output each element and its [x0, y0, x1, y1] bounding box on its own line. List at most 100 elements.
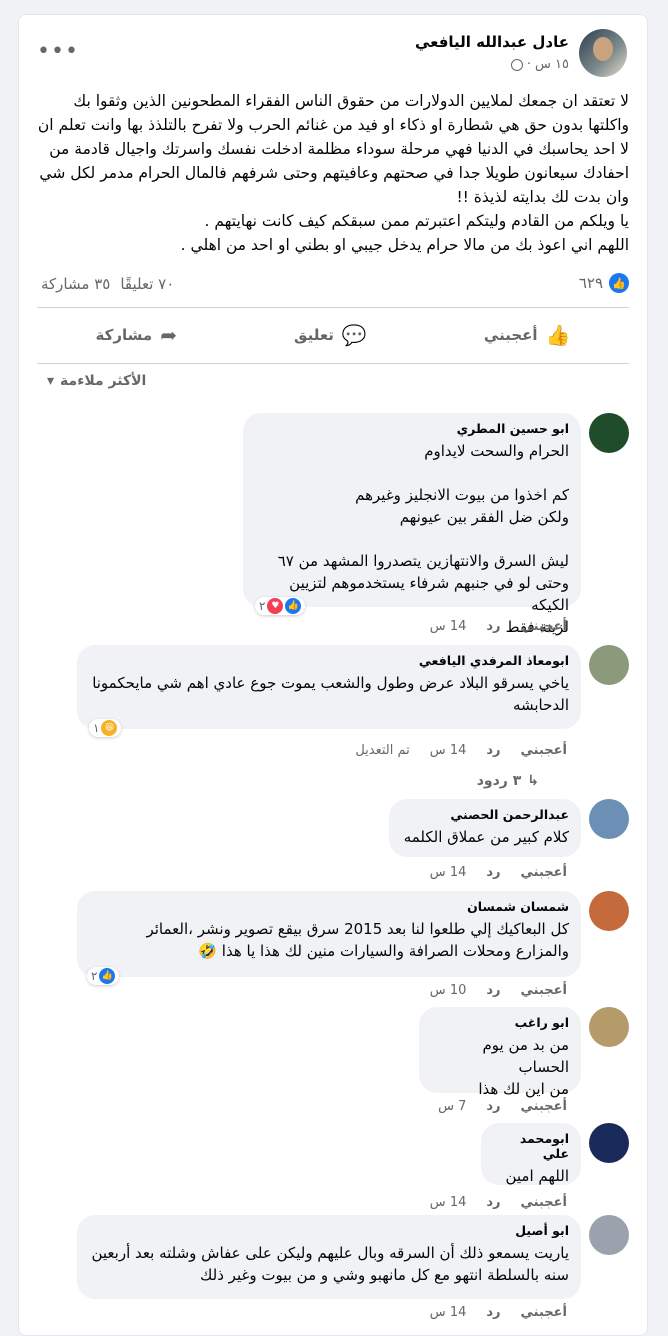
comment: ابو حسين المطري الحرام والسحت لايداوم كم…: [29, 413, 629, 643]
comment-reply-button[interactable]: رد: [486, 983, 500, 998]
comment-icon: 💬: [341, 323, 367, 347]
comment-reply-button[interactable]: رد: [486, 619, 500, 634]
comment-reply-button[interactable]: رد: [486, 865, 500, 880]
commenter-name[interactable]: ابو راغب: [431, 1015, 569, 1030]
comment-text: من بد من يوم الحساب من اين لك هذا: [478, 1036, 569, 1098]
comment-time[interactable]: 14 س: [430, 1305, 467, 1320]
commenter-avatar[interactable]: [589, 413, 629, 453]
view-replies-link[interactable]: ↳ ٣ ردود: [477, 773, 539, 789]
commenter-avatar[interactable]: [589, 799, 629, 839]
share-button[interactable]: ➦ مشاركة: [76, 317, 197, 353]
commenter-name[interactable]: شمسان شمسان: [89, 899, 569, 914]
divider: [37, 363, 629, 364]
comment: ابومعاذ المرفدي اليافعي ياخي يسرقو البلا…: [29, 645, 629, 805]
comment-like-button[interactable]: أعجبني: [521, 619, 567, 634]
commenter-avatar[interactable]: [589, 645, 629, 685]
comment-like-button[interactable]: أعجبني: [521, 1305, 567, 1320]
like-reaction-icon: 👍: [285, 598, 302, 614]
comment-like-button[interactable]: أعجبني: [521, 865, 567, 880]
commenter-avatar[interactable]: [589, 1007, 629, 1047]
comment-reply-button[interactable]: رد: [486, 1305, 500, 1320]
comment-actions: أعجبني رد 14 س: [430, 865, 567, 880]
sort-label: الأكثر ملاءمة: [60, 373, 147, 389]
author-avatar[interactable]: [579, 29, 627, 77]
comment-time[interactable]: 14 س: [430, 619, 467, 634]
globe-icon: [510, 58, 523, 71]
comment-bubble: ابو راغب من بد من يوم الحساب من اين لك ه…: [419, 1007, 581, 1098]
comment-bubble: شمسان شمسان كل البعاكيك إلي طلعوا لنا بع…: [77, 891, 581, 977]
comment-bubble: ابومحمد علي اللهم امين: [481, 1123, 581, 1185]
comment-time[interactable]: 7 س: [438, 1099, 466, 1114]
comment-text: اللهم امين: [505, 1167, 569, 1185]
comment: ابو راغب من بد من يوم الحساب من اين لك ه…: [29, 1007, 629, 1123]
post-card: عادل عبدالله اليافعي ١٥ س · ••• لا تعتقد…: [18, 14, 648, 1336]
comment-bubble: ابو أصيل ياريت يسمعو ذلك أن السرقه وبال …: [77, 1215, 581, 1299]
comment-reply-button[interactable]: رد: [486, 1099, 500, 1114]
comment: عبدالرحمن الحصني كلام كبير من عملاق الكل…: [29, 799, 629, 889]
reply-arrow-icon: ↳: [527, 773, 539, 789]
love-reaction-icon: ♥: [267, 598, 284, 614]
post-text: لا تعتقد ان جمعك لملايين الدولارات من حق…: [37, 92, 629, 254]
comment: شمسان شمسان كل البعاكيك إلي طلعوا لنا بع…: [29, 891, 629, 1007]
comment-time[interactable]: 14 س: [430, 865, 467, 880]
comment-label: تعليق: [294, 326, 334, 344]
comment-time[interactable]: 14 س: [430, 1195, 467, 1210]
commenter-name[interactable]: ابو أصيل: [89, 1223, 569, 1238]
post-actions: 👍 أعجبني 💬 تعليق ➦ مشاركة: [37, 313, 629, 357]
comment-like-button[interactable]: أعجبني: [521, 1195, 567, 1210]
commenter-avatar[interactable]: [589, 1123, 629, 1163]
post-time[interactable]: ١٥ س: [535, 57, 569, 72]
comment-actions: أعجبني رد 7 س: [438, 1099, 567, 1114]
commenter-name[interactable]: ابومحمد علي: [493, 1131, 569, 1161]
comment-text: كل البعاكيك إلي طلعوا لنا بعد 2015 سرق ب…: [146, 920, 569, 960]
commenter-name[interactable]: عبدالرحمن الحصني: [401, 807, 569, 822]
comment-reply-button[interactable]: رد: [486, 743, 500, 758]
comment-text: كلام كبير من عملاق الكلمه: [403, 828, 569, 846]
commenter-name[interactable]: ابو حسين المطري: [255, 421, 569, 436]
reactions-summary[interactable]: ٦٢٩ 👍: [579, 273, 629, 293]
more-options-icon[interactable]: •••: [37, 39, 79, 64]
comment-time[interactable]: 10 س: [430, 983, 467, 998]
commenter-name[interactable]: ابومعاذ المرفدي اليافعي: [89, 653, 569, 668]
comment-button[interactable]: 💬 تعليق: [274, 317, 387, 353]
reactions-count: ٦٢٩: [578, 274, 603, 292]
comment-actions: أعجبني رد 10 س: [430, 983, 567, 998]
divider: [37, 307, 629, 308]
comment-bubble: ابو حسين المطري الحرام والسحت لايداوم كم…: [243, 413, 581, 636]
like-reaction-icon: 👍: [99, 968, 116, 984]
like-reaction-icon: 👍: [609, 273, 629, 293]
meta-dot: ·: [526, 57, 532, 72]
comment: ابو أصيل ياريت يسمعو ذلك أن السرقه وبال …: [29, 1215, 629, 1335]
comment-text: ياريت يسمعو ذلك أن السرقه وبال عليهم ولي…: [91, 1244, 569, 1284]
engagement-counts: ٧٠ تعليقًا ٣٥ مشاركة: [41, 275, 174, 293]
comment-like-button[interactable]: أعجبني: [521, 743, 567, 758]
like-label: أعجبني: [483, 326, 538, 344]
sort-dropdown[interactable]: الأكثر ملاءمة ▾: [47, 373, 146, 389]
comment-reply-button[interactable]: رد: [486, 1195, 500, 1210]
comment: ابومحمد علي اللهم امين أعجبني رد 14 س: [29, 1123, 629, 1213]
like-button[interactable]: 👍 أعجبني: [464, 317, 591, 353]
comment-like-button[interactable]: أعجبني: [521, 983, 567, 998]
comment-reactions[interactable]: ٢ ♥ 👍: [255, 597, 306, 615]
chevron-down-icon: ▾: [47, 373, 55, 389]
comment-actions: أعجبني رد 14 س تم التعديل: [355, 743, 567, 758]
share-label: مشاركة: [95, 326, 153, 344]
comment-time[interactable]: 14 س: [430, 743, 467, 758]
post-meta: ١٥ س ·: [510, 57, 569, 72]
thumbs-up-icon: 👍: [545, 323, 571, 347]
comment-bubble: عبدالرحمن الحصني كلام كبير من عملاق الكل…: [389, 799, 581, 857]
comment-bubble: ابومعاذ المرفدي اليافعي ياخي يسرقو البلا…: [77, 645, 581, 729]
commenter-avatar[interactable]: [589, 891, 629, 931]
comment-actions: أعجبني رد 14 س: [430, 1305, 567, 1320]
author-name[interactable]: عادل عبدالله اليافعي: [415, 33, 569, 51]
shares-count[interactable]: ٣٥ مشاركة: [41, 275, 110, 293]
comment-like-button[interactable]: أعجبني: [521, 1099, 567, 1114]
commenter-avatar[interactable]: [589, 1215, 629, 1255]
comment-actions: أعجبني رد 14 س: [430, 1195, 567, 1210]
comment-actions: أعجبني رد 14 س: [430, 619, 567, 634]
comments-count[interactable]: ٧٠ تعليقًا: [120, 275, 174, 293]
comment-reactions[interactable]: ١ 😆: [89, 719, 122, 737]
comment-reactions[interactable]: ٢ 👍: [87, 967, 120, 985]
comment-text: ياخي يسرقو البلاد عرض وطول والشعب يموت ج…: [92, 674, 569, 714]
haha-reaction-icon: 😆: [101, 720, 118, 736]
